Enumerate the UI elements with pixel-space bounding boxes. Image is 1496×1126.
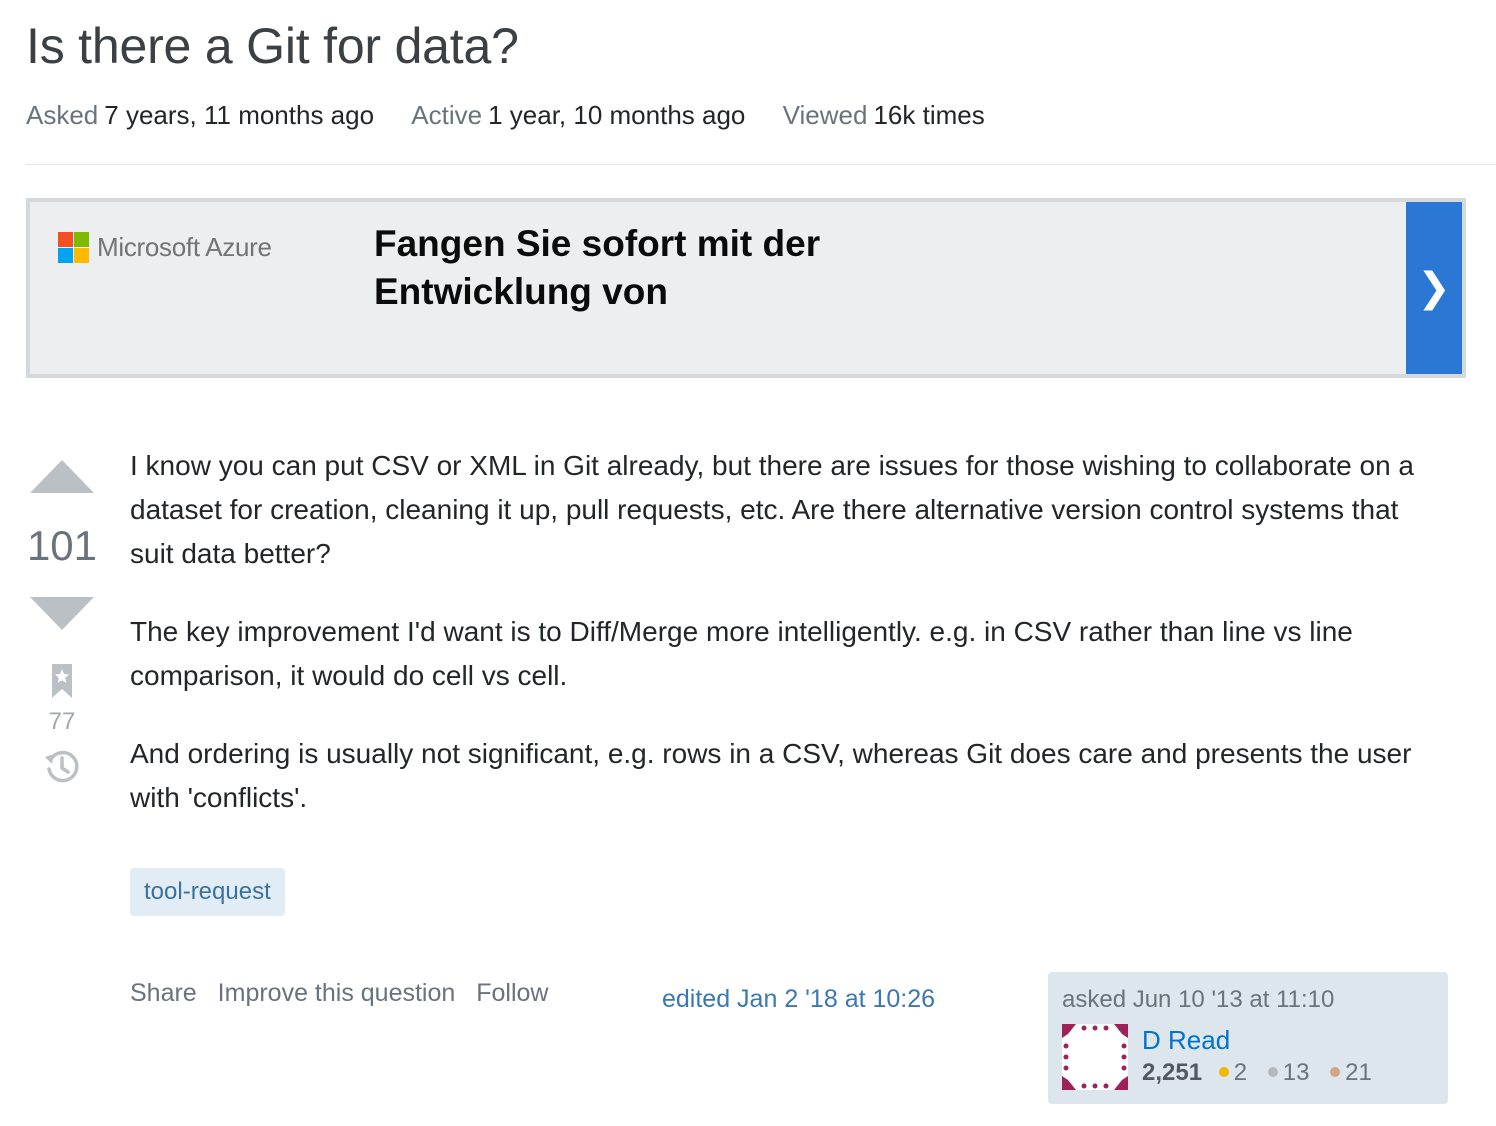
body-paragraph: And ordering is usually not significant,… — [130, 738, 1412, 813]
body-paragraph: The key improvement I'd want is to Diff/… — [130, 616, 1353, 691]
viewed-info: Viewed 16k times — [783, 100, 985, 130]
bronze-badge-count: 21 — [1345, 1059, 1372, 1086]
gold-badge-icon — [1218, 1066, 1229, 1077]
downvote-button[interactable] — [30, 597, 94, 630]
asked-info: Asked 7 years, 11 months ago — [26, 100, 381, 130]
bookmark-icon[interactable] — [50, 664, 74, 698]
microsoft-logo-icon — [58, 232, 89, 263]
active-value[interactable]: 1 year, 10 months ago — [488, 100, 745, 130]
vote-cell: 101 77 — [26, 460, 98, 792]
silver-badge-icon — [1267, 1066, 1278, 1077]
owner-card: asked Jun 10 '13 at 11:10 D Read 2,251 2… — [1048, 972, 1448, 1104]
share-link[interactable]: Share — [130, 979, 197, 1007]
history-icon[interactable] — [42, 747, 82, 787]
gold-badge-count: 2 — [1233, 1059, 1248, 1086]
post-actions: Share Improve this question Follow — [130, 976, 563, 1010]
bronze-badge-icon — [1330, 1066, 1341, 1077]
question-body: I know you can put CSV or XML in Git alr… — [130, 444, 1440, 854]
header-divider — [26, 164, 1496, 165]
ad-headline[interactable]: Fangen Sie sofort mit der Entwicklung vo… — [374, 220, 974, 316]
tag-tool-request[interactable]: tool-request — [130, 868, 285, 916]
ad-logo[interactable]: Microsoft Azure — [58, 232, 272, 263]
owner-reputation: 2,251 2 13 21 — [1142, 1056, 1386, 1090]
upvote-button[interactable] — [30, 460, 94, 493]
question-meta: Asked 7 years, 11 months ago Active 1 year… — [26, 98, 1015, 132]
active-info[interactable]: Active 1 year, 10 months ago — [411, 100, 752, 130]
ad-brand: Microsoft Azure — [97, 232, 272, 262]
viewed-value: 16k times — [873, 100, 985, 130]
reputation-score: 2,251 — [1142, 1059, 1203, 1086]
asked-label: Asked — [26, 100, 99, 130]
ad-banner[interactable]: Microsoft Azure Fangen Sie sofort mit de… — [26, 198, 1466, 378]
avatar[interactable] — [1062, 1024, 1128, 1090]
asked-value: 7 years, 11 months ago — [104, 100, 375, 130]
viewed-label: Viewed — [782, 100, 868, 130]
silver-badge-count: 13 — [1282, 1059, 1310, 1086]
ad-cta-button[interactable]: ❯ — [1406, 202, 1462, 374]
owner-asked-time: asked Jun 10 '13 at 11:10 — [1062, 986, 1335, 1013]
follow-link[interactable]: Follow — [476, 979, 548, 1007]
body-paragraph: I know you can put CSV or XML in Git alr… — [130, 450, 1415, 569]
bookmark-count: 77 — [48, 708, 76, 735]
owner-name-link[interactable]: D Read — [1142, 1024, 1386, 1056]
vote-count: 101 — [26, 522, 98, 569]
edited-link[interactable]: edited Jan 2 '18 at 10:26 — [662, 982, 935, 1016]
chevron-right-icon: ❯ — [1417, 266, 1451, 310]
question-title[interactable]: Is there a Git for data? — [26, 14, 519, 78]
improve-question-link[interactable]: Improve this question — [218, 979, 456, 1007]
active-label: Active — [411, 100, 483, 130]
